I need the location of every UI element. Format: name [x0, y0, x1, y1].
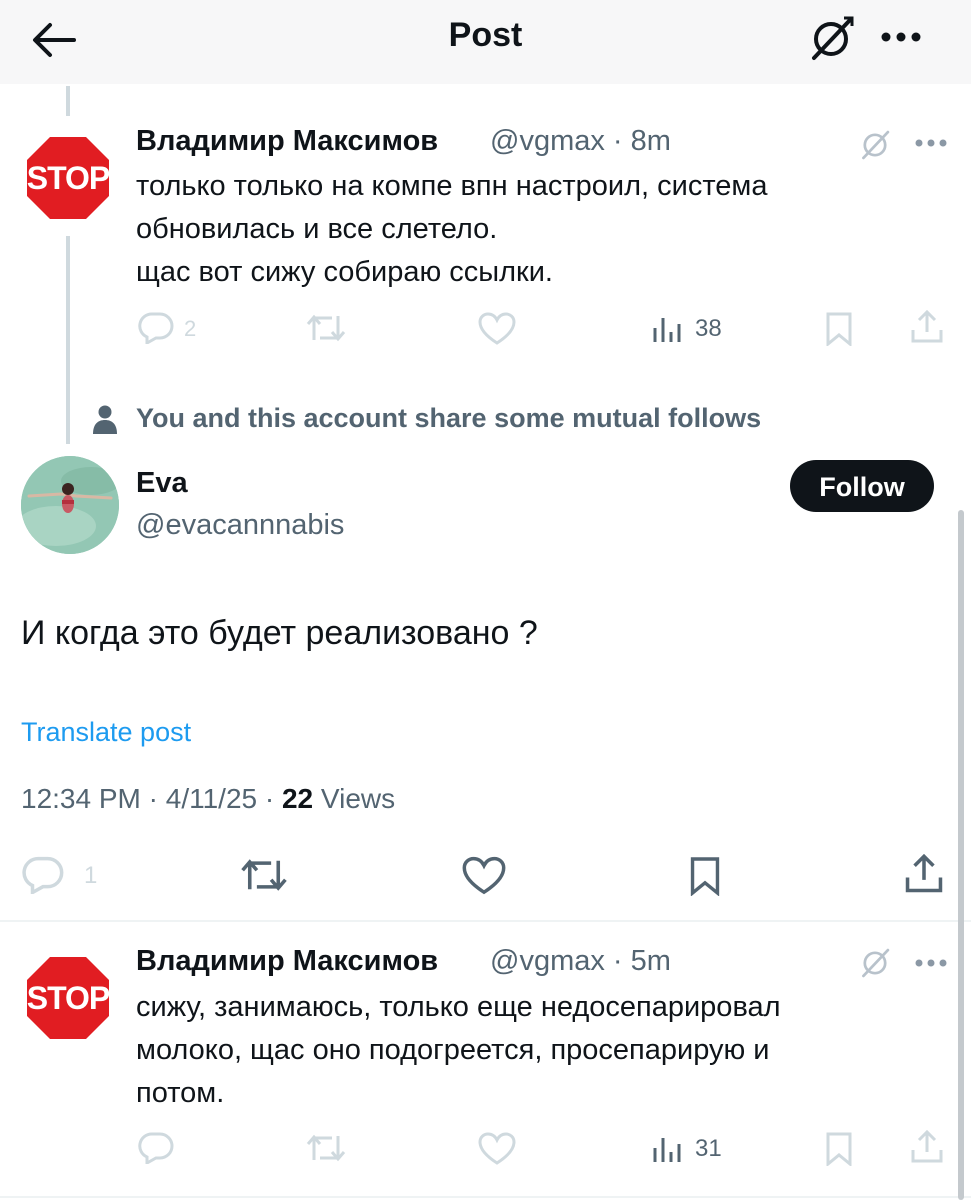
- more-icon[interactable]: [880, 30, 922, 44]
- post-time: 12:34 PM: [21, 783, 141, 814]
- share-icon[interactable]: [910, 1130, 944, 1164]
- views-count: 38: [695, 315, 722, 342]
- post-text: только только на компе впн настроил, сис…: [136, 170, 768, 288]
- person-icon: [92, 404, 118, 434]
- post-meta: 12:34 PM · 4/11/25 · 22 Views: [21, 783, 396, 814]
- follow-button[interactable]: Follow: [790, 460, 934, 512]
- translate-post-link[interactable]: Translate post: [21, 717, 191, 748]
- grok-icon[interactable]: [858, 128, 892, 162]
- like-icon[interactable]: [478, 312, 516, 346]
- views-count: 22: [281, 783, 314, 814]
- grok-icon[interactable]: [806, 14, 856, 64]
- post-text: И когда это будет реализовано ?: [21, 614, 538, 652]
- post-text: сижу, занимаюсь, только еще недосепариро…: [136, 991, 781, 1109]
- views-icon[interactable]: [652, 314, 682, 344]
- reply-icon[interactable]: [22, 856, 64, 894]
- avatar[interactable]: [21, 456, 119, 554]
- reply-icon[interactable]: [138, 312, 174, 344]
- post-time: 8m: [630, 125, 671, 157]
- author-handle[interactable]: @vgmax · 8m: [490, 125, 671, 158]
- avatar-stop-text: STOP: [26, 980, 111, 1016]
- retweet-icon[interactable]: [306, 1132, 346, 1164]
- views-count: 31: [695, 1135, 722, 1162]
- like-icon[interactable]: [462, 856, 506, 896]
- avatar-stop-text: STOP: [26, 160, 111, 196]
- views-icon[interactable]: [652, 1134, 682, 1164]
- author-handle[interactable]: @vgmax · 5m: [490, 945, 671, 978]
- avatar[interactable]: STOP: [20, 950, 116, 1046]
- post-date: 4/11/25: [165, 783, 258, 814]
- share-icon[interactable]: [910, 310, 944, 344]
- bookmark-icon[interactable]: [824, 312, 854, 346]
- author-name[interactable]: Владимир Максимов: [136, 125, 438, 158]
- views-label: Views: [320, 783, 396, 814]
- author-handle[interactable]: @evacannnabis: [136, 509, 344, 542]
- post-time: 5m: [630, 945, 671, 977]
- retweet-icon[interactable]: [306, 312, 346, 344]
- grok-icon[interactable]: [858, 946, 892, 980]
- mutual-follows-note: You and this account share some mutual f…: [136, 403, 762, 433]
- like-icon[interactable]: [478, 1132, 516, 1166]
- top-bar: Post: [0, 0, 971, 84]
- divider: [0, 1196, 971, 1198]
- thread-line: [66, 236, 70, 444]
- thread-line-top: [66, 86, 70, 116]
- share-icon[interactable]: [904, 854, 944, 894]
- bookmark-icon[interactable]: [824, 1132, 854, 1166]
- author-name[interactable]: Eva: [136, 467, 188, 500]
- bookmark-icon[interactable]: [688, 856, 722, 896]
- reply-count: 2: [184, 316, 197, 341]
- more-icon[interactable]: [914, 138, 948, 148]
- author-name[interactable]: Владимир Максимов: [136, 945, 438, 978]
- scrollbar[interactable]: [958, 510, 964, 1200]
- more-icon[interactable]: [914, 958, 948, 968]
- reply-count: 1: [84, 862, 98, 889]
- avatar[interactable]: STOP: [20, 130, 116, 226]
- divider: [0, 920, 971, 922]
- retweet-icon[interactable]: [240, 856, 288, 894]
- reply-icon[interactable]: [138, 1132, 174, 1164]
